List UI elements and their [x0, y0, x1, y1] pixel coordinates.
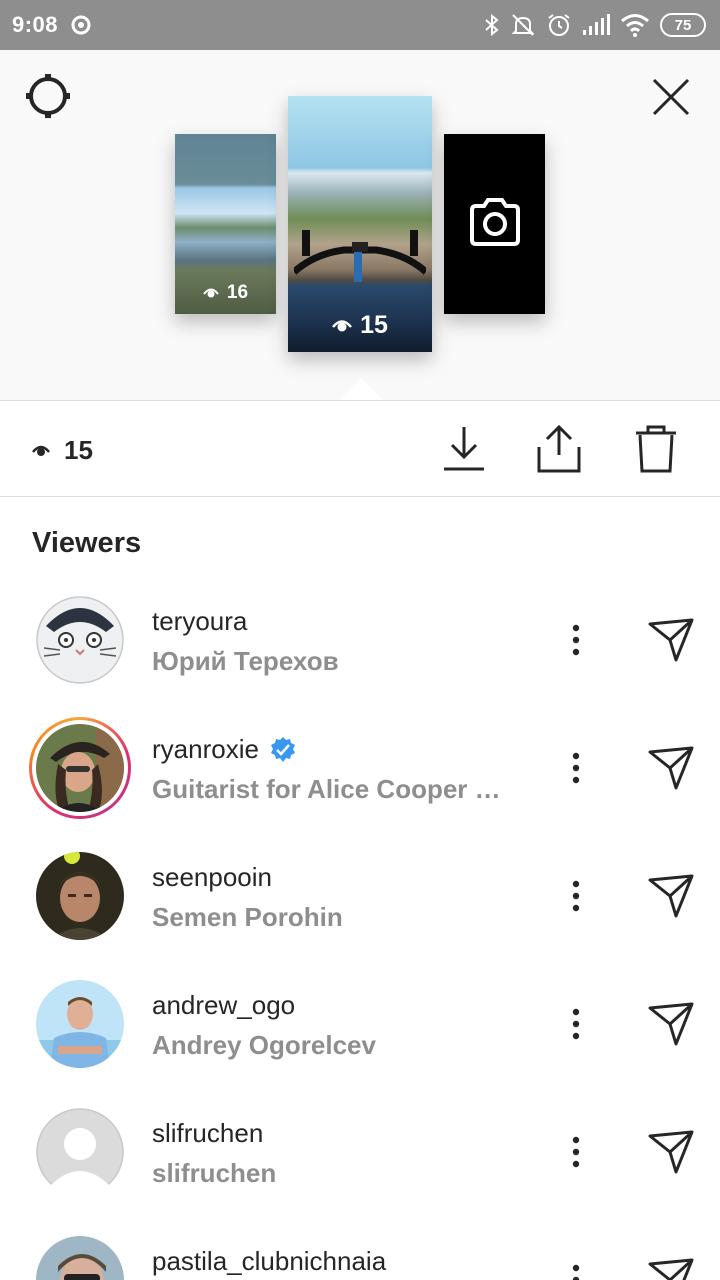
story-view-count-value: 15 — [360, 311, 388, 339]
send-message-icon[interactable] — [646, 742, 696, 792]
avatar[interactable] — [36, 1236, 124, 1280]
eye-icon — [203, 288, 219, 298]
download-icon[interactable] — [440, 423, 488, 475]
more-options-icon[interactable] — [562, 1006, 590, 1042]
viewer-row[interactable]: seenpooin Semen Porohin — [0, 832, 720, 960]
more-options-icon[interactable] — [562, 750, 590, 786]
viewers-heading: Viewers — [32, 527, 142, 559]
avatar[interactable] — [36, 852, 124, 940]
viewer-username-line[interactable]: ryanroxie — [152, 734, 297, 765]
avatar[interactable] — [36, 1108, 124, 1196]
viewer-full-name: Юрий Терехов — [152, 646, 339, 676]
story-preview-area: 16 15 — [0, 50, 720, 400]
viewer-full-name: Guitarist for Alice Cooper … — [152, 774, 501, 804]
viewer-row[interactable]: andrew_ogo Andrey Ogorelcev — [0, 960, 720, 1088]
total-view-count: 15 — [32, 435, 93, 466]
viewer-username-line[interactable]: slifruchen — [152, 1118, 263, 1149]
story-view-count: 16 — [175, 282, 276, 304]
story-thumbnail[interactable]: 16 — [175, 134, 276, 314]
viewer-username[interactable]: teryoura — [152, 606, 247, 637]
viewer-username-line[interactable]: pastila_clubnichnaia — [152, 1246, 386, 1277]
send-message-icon[interactable] — [646, 614, 696, 664]
viewer-username[interactable]: seenpooin — [152, 862, 272, 893]
bluetooth-icon — [485, 13, 499, 37]
share-icon[interactable] — [535, 423, 583, 475]
viewer-row[interactable]: pastila_clubnichnaia — [0, 1216, 720, 1280]
avatar-image — [36, 596, 124, 684]
send-message-icon[interactable] — [646, 998, 696, 1048]
viewer-row[interactable]: ryanroxie Guitarist for Alice Cooper … — [0, 704, 720, 832]
story-view-count: 15 — [288, 311, 432, 340]
more-options-icon[interactable] — [562, 1262, 590, 1280]
battery-indicator: 75 — [660, 13, 706, 37]
story-action-bar: 15 — [0, 400, 720, 497]
signal-icon — [583, 14, 610, 35]
send-message-icon[interactable] — [646, 870, 696, 920]
viewer-username-line[interactable]: teryoura — [152, 606, 247, 637]
avatar[interactable] — [36, 980, 124, 1068]
eye-icon — [32, 445, 50, 456]
camera-icon — [470, 198, 520, 246]
avatar-image — [36, 1236, 124, 1280]
viewer-full-name: Semen Porohin — [152, 902, 343, 932]
alarm-icon — [548, 14, 570, 36]
viewer-username[interactable]: pastila_clubnichnaia — [152, 1246, 386, 1277]
avatar-image — [36, 980, 124, 1068]
viewer-username[interactable]: ryanroxie — [152, 734, 259, 765]
mute-icon — [511, 14, 535, 36]
send-message-icon[interactable] — [646, 1126, 696, 1176]
viewer-row[interactable]: slifruchen slifruchen — [0, 1088, 720, 1216]
more-options-icon[interactable] — [562, 1134, 590, 1170]
viewer-full-name: slifruchen — [152, 1158, 277, 1188]
story-thumbnail-selected[interactable]: 15 — [288, 96, 432, 352]
avatar-image — [36, 852, 124, 940]
viewer-username[interactable]: andrew_ogo — [152, 990, 295, 1021]
viewer-list: teryoura Юрий Терехов ryanroxie Guitaris… — [0, 576, 720, 1280]
eye-icon — [332, 320, 353, 332]
battery-level: 75 — [674, 16, 692, 34]
viewer-full-name: Andrey Ogorelcev — [152, 1030, 376, 1060]
settings-icon[interactable] — [24, 72, 72, 120]
avatar-image — [36, 724, 124, 812]
add-story-thumbnail[interactable] — [444, 134, 545, 314]
status-icons: 75 — [484, 10, 706, 40]
avatar[interactable] — [36, 596, 124, 684]
wifi-icon — [621, 14, 649, 37]
status-bar: 9:08 75 — [0, 0, 720, 50]
more-options-icon[interactable] — [562, 622, 590, 658]
avatar[interactable] — [29, 717, 131, 819]
viewer-username[interactable]: slifruchen — [152, 1118, 263, 1149]
send-message-icon[interactable] — [646, 1254, 696, 1280]
more-options-icon[interactable] — [562, 878, 590, 914]
viewer-username-line[interactable]: seenpooin — [152, 862, 272, 893]
viewer-row[interactable]: teryoura Юрий Терехов — [0, 576, 720, 704]
selected-story-pointer — [339, 378, 383, 400]
trash-icon[interactable] — [632, 423, 680, 475]
notification-icon — [71, 15, 91, 35]
total-view-count-value: 15 — [64, 435, 93, 465]
status-time: 9:08 — [12, 12, 59, 37]
default-avatar-icon — [36, 1108, 124, 1196]
close-icon[interactable] — [650, 76, 692, 118]
story-view-count-value: 16 — [226, 282, 249, 303]
bike-handlebar-image — [294, 230, 426, 282]
verified-badge-icon — [270, 736, 295, 762]
viewer-username-line[interactable]: andrew_ogo — [152, 990, 295, 1021]
